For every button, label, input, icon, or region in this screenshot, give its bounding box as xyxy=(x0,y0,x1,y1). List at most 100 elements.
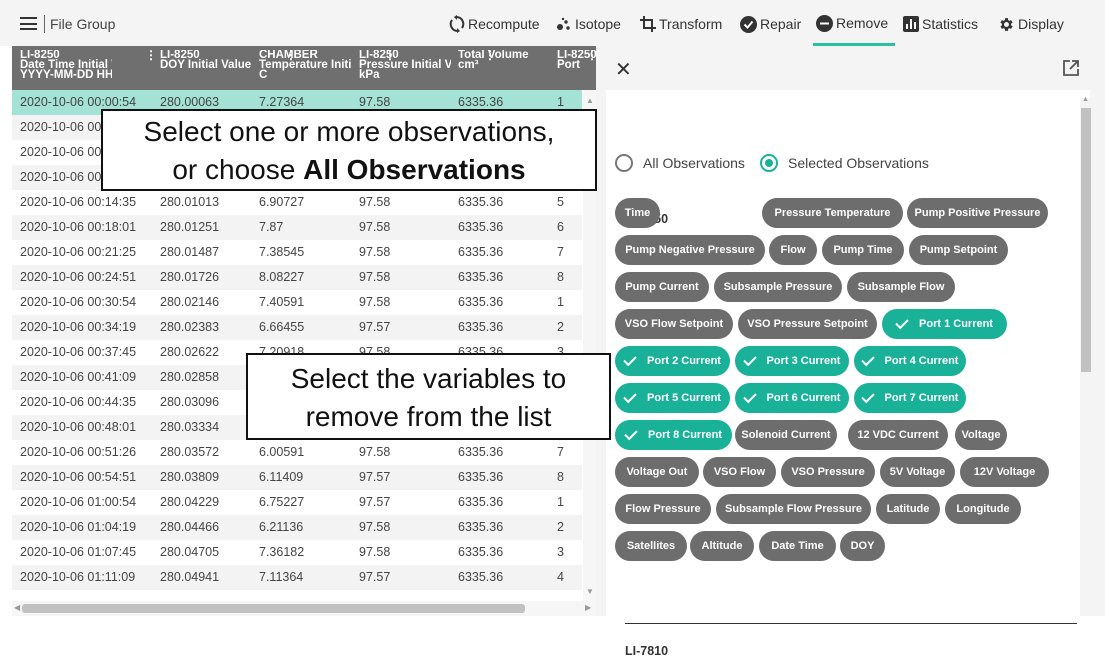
variable-chip[interactable]: Port 3 Current xyxy=(735,346,849,376)
variable-chip[interactable]: Flow xyxy=(769,235,817,265)
table-cell: 7.27364 xyxy=(259,95,305,109)
variable-chip[interactable]: Pump Current xyxy=(615,272,709,302)
table-cell: 2020-10-06 00:44:35 xyxy=(20,395,137,409)
variable-chip[interactable]: Time xyxy=(615,198,660,228)
variable-chip[interactable]: Subsample Flow xyxy=(847,272,955,302)
variable-chip[interactable]: Port 6 Current xyxy=(735,383,849,413)
menu-icon[interactable] xyxy=(20,17,37,30)
remove-panel: ✕ All Observations Selected Observations… xyxy=(596,46,1105,658)
table-row[interactable]: 2020-10-06 00:24:51 280.01726 8.08227 97.58… xyxy=(12,265,582,290)
variable-chip[interactable]: Latitude xyxy=(876,494,940,524)
open-external-icon[interactable] xyxy=(1062,59,1080,82)
title-divider xyxy=(44,15,45,33)
column-menu-icon[interactable]: ⋮ xyxy=(145,48,157,62)
table-row[interactable]: 2020-10-06 00:51:26 280.03572 6.00591 97.58… xyxy=(12,440,582,465)
panel-scroll-up-icon[interactable]: ▲ xyxy=(1082,96,1089,103)
instruction-callout-variables: Select the variables to remove from the … xyxy=(246,353,611,440)
variable-chip[interactable]: VSO Flow Setpoint xyxy=(615,309,733,339)
variable-chip[interactable]: Port 8 Current xyxy=(615,420,732,450)
table-row[interactable]: 2020-10-06 00:54:51 280.03809 6.11409 97.57… xyxy=(12,465,582,490)
recompute-button[interactable]: Recompute xyxy=(449,14,540,34)
horizontal-scroll-thumb[interactable] xyxy=(22,604,525,613)
scroll-left-arrow-icon[interactable]: ◀ xyxy=(14,603,20,612)
variable-chip[interactable]: 5V Voltage xyxy=(880,457,955,487)
column-header[interactable]: LI-8250 DOY Initial Value xyxy=(160,50,252,88)
variable-chip[interactable]: Voltage xyxy=(955,420,1007,450)
table-cell: 6.21136 xyxy=(259,520,304,534)
scroll-up-arrow-icon[interactable]: ▲ xyxy=(586,96,594,105)
selected-observations-radio[interactable]: Selected Observations xyxy=(760,154,929,172)
variable-chip[interactable]: Port 1 Current xyxy=(882,309,1007,339)
variable-chip[interactable]: Port 2 Current xyxy=(615,346,730,376)
statistics-button[interactable]: Statistics xyxy=(903,14,978,34)
table-cell: 2020-10-06 00:51:26 xyxy=(20,445,137,459)
variable-chip[interactable]: Flow Pressure xyxy=(615,494,711,524)
callout-text-line: or choose All Observations xyxy=(103,151,595,189)
column-header[interactable]: LI-8250 Port xyxy=(557,50,596,88)
transform-button[interactable]: Transform xyxy=(640,14,722,34)
variable-chip[interactable]: Pump Setpoint xyxy=(909,235,1008,265)
column-header[interactable]: LI-8250Date Time Initial ValueYYYY-MM-DD… xyxy=(20,50,112,88)
table-row[interactable]: 2020-10-06 00:21:25 280.01487 7.38545 97.58… xyxy=(12,240,582,265)
variable-chip[interactable]: Pump Time xyxy=(822,235,904,265)
table-row[interactable]: 2020-10-06 00:30:54 280.02146 7.40591 97.58… xyxy=(12,290,582,315)
variable-chip[interactable]: Voltage Out xyxy=(615,457,699,487)
column-header-line: Temperature Initi xyxy=(259,59,351,71)
all-observations-radio[interactable]: All Observations xyxy=(615,154,745,172)
table-cell: 6.00591 xyxy=(259,445,305,459)
table-cell: 280.02383 xyxy=(160,320,220,334)
scroll-right-arrow-icon[interactable]: ▶ xyxy=(585,603,591,612)
repair-button[interactable]: Repair xyxy=(740,14,801,34)
column-header[interactable]: Total Volume cm³ xyxy=(458,50,550,88)
table-cell: 6.75227 xyxy=(259,495,305,509)
variable-chip[interactable]: VSO Pressure xyxy=(781,457,875,487)
variable-chip[interactable]: 12 VDC Current xyxy=(848,420,948,450)
variable-chip[interactable]: Pump Positive Pressure xyxy=(907,198,1048,228)
table-cell: 7.40591 xyxy=(259,295,305,309)
variable-chip[interactable]: Pressure Temperature xyxy=(762,198,903,228)
variable-chip[interactable]: Longitude xyxy=(945,494,1021,524)
table-cell: 6335.36 xyxy=(458,545,504,559)
variable-chip[interactable]: Altitude xyxy=(690,531,754,561)
variable-chip[interactable]: Subsample Pressure xyxy=(714,272,842,302)
isotope-button[interactable]: Isotope xyxy=(556,14,621,34)
table-row[interactable]: 2020-10-06 01:11:09 280.04941 7.11364 97.57… xyxy=(12,565,582,590)
scroll-down-arrow-icon[interactable]: ▼ xyxy=(586,587,594,596)
panel-scroll-thumb[interactable] xyxy=(1081,108,1091,372)
column-header[interactable]: CHAMBER Temperature Initi C xyxy=(259,50,351,88)
column-header[interactable]: LI-8250 Pressure Initial VkPa xyxy=(359,50,451,88)
table-row[interactable]: 2020-10-06 00:34:19 280.02383 6.66455 97.57… xyxy=(12,315,582,340)
table-row[interactable]: 2020-10-06 01:00:54 280.04229 6.75227 97.57… xyxy=(12,490,582,515)
table-cell: 280.03096 xyxy=(160,395,220,409)
variable-chip[interactable]: Port 7 Current xyxy=(854,383,966,413)
variable-chip[interactable]: Satellites xyxy=(615,531,687,561)
variable-chip[interactable]: Subsample Flow Pressure xyxy=(716,494,871,524)
close-icon[interactable]: ✕ xyxy=(615,57,632,82)
variable-chip[interactable]: DOY xyxy=(840,531,885,561)
gear-icon xyxy=(1000,17,1013,31)
table-cell: 2020-10-06 00:34:19 xyxy=(20,320,137,334)
table-row[interactable]: 2020-10-06 01:07:45 280.04705 7.36182 97.58… xyxy=(12,540,582,565)
variable-chip[interactable]: VSO Flow xyxy=(703,457,776,487)
remove-button[interactable]: Remove xyxy=(816,13,888,33)
table-cell: 5 xyxy=(557,195,564,209)
column-header-line: kPa xyxy=(359,69,380,81)
display-button[interactable]: Display xyxy=(998,14,1064,34)
table-row[interactable]: 2020-10-06 01:04:19 280.04466 6.21136 97.58… xyxy=(12,515,582,540)
variable-chip[interactable]: Date Time xyxy=(759,531,836,561)
variable-chip[interactable]: Port 4 Current xyxy=(854,346,966,376)
variable-chip[interactable]: Solenoid Current xyxy=(735,420,837,450)
crop-icon xyxy=(640,16,656,32)
variable-chip[interactable]: 12V Voltage xyxy=(960,457,1049,487)
table-cell: 6335.36 xyxy=(458,220,504,234)
variable-chip[interactable]: VSO Pressure Setpoint xyxy=(738,309,877,339)
table-cell: 4 xyxy=(557,570,564,584)
table-cell: 2020-10-06 00:00:54 xyxy=(20,95,137,109)
table-cell: 6335.36 xyxy=(458,570,504,584)
table-cell: 97.58 xyxy=(359,195,391,209)
table-row[interactable]: 2020-10-06 00:18:01 280.01251 7.87 97.58 633… xyxy=(12,215,582,240)
variable-chip[interactable]: Pump Negative Pressure xyxy=(615,235,765,265)
repair-label: Repair xyxy=(760,16,802,32)
variable-chip[interactable]: Port 5 Current xyxy=(615,383,730,413)
table-row[interactable]: 2020-10-06 00:14:35 280.01013 6.90727 97.58… xyxy=(12,190,582,215)
